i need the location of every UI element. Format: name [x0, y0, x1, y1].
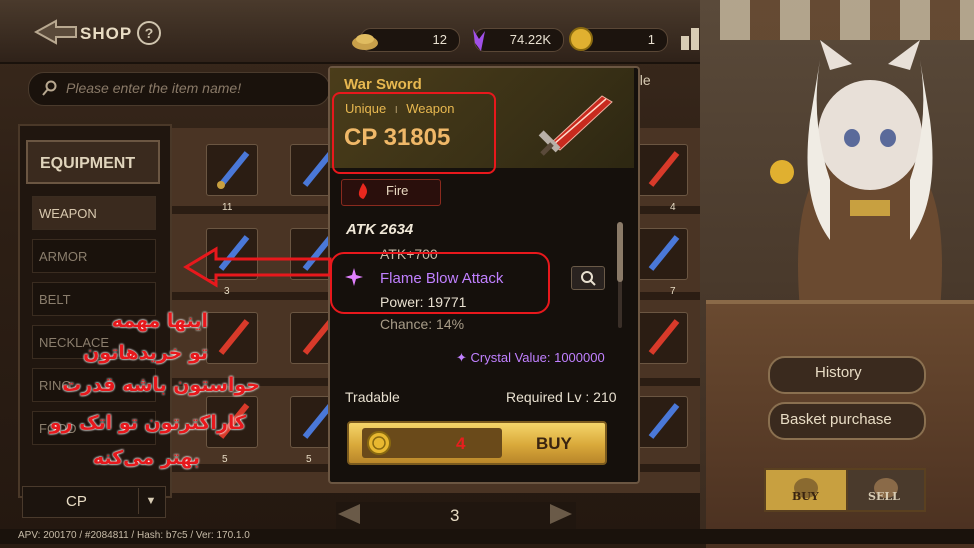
- annotation-text: اینها مهمه: [111, 310, 208, 332]
- crystal-count: 74.22K: [509, 32, 551, 47]
- annotation-text: حواستون باشه قدرت: [62, 374, 260, 396]
- chevron-down-icon[interactable]: ▼: [138, 488, 163, 514]
- prev-page-icon[interactable]: [336, 502, 362, 526]
- next-page-icon[interactable]: [548, 502, 574, 526]
- buy-tab-label: BUY: [792, 490, 819, 503]
- red-sword-icon: [648, 151, 680, 187]
- gold-coin-icon: [366, 430, 392, 456]
- item-slot[interactable]: [206, 312, 258, 364]
- category-weapon[interactable]: WEAPON: [32, 196, 156, 230]
- wood-resource: 12: [352, 28, 460, 52]
- red-sword-icon: [648, 319, 680, 355]
- element-label: Fire: [386, 183, 409, 198]
- page-number: 3: [450, 506, 460, 525]
- category-armor[interactable]: ARMOR: [32, 239, 156, 273]
- item-title: War Sword: [344, 76, 422, 93]
- item-count: 7: [670, 286, 676, 297]
- annotation-text: کاراکترتون تو اتک رو: [49, 412, 246, 434]
- skill-chance: Chance: 14%: [380, 316, 465, 332]
- item-slot[interactable]: [636, 144, 688, 196]
- history-label: History: [815, 364, 862, 381]
- item-slot[interactable]: [636, 396, 688, 448]
- popup-scroll-thumb[interactable]: [617, 222, 623, 282]
- red-sword-icon: [218, 319, 250, 355]
- sell-tab-label: SELL: [868, 490, 900, 503]
- fire-icon: [357, 183, 369, 199]
- crystal-value-text: Crystal Value: 1000000: [470, 350, 605, 365]
- item-count: 5: [222, 454, 228, 465]
- item-slot[interactable]: [636, 312, 688, 364]
- back-arrow-icon[interactable]: [33, 19, 78, 45]
- page-title: SHOP: [80, 24, 133, 43]
- buy-price: 4: [456, 434, 466, 453]
- merchant-cat-avatar: [760, 40, 974, 310]
- category-equipment[interactable]: EQUIPMENT: [26, 140, 160, 184]
- help-icon[interactable]: ?: [137, 21, 161, 45]
- item-count: 11: [222, 202, 233, 213]
- crystal-icon: ✦: [456, 350, 467, 365]
- item-count: 4: [670, 202, 676, 213]
- sort-value: CP: [66, 493, 87, 510]
- buy-label: BUY: [536, 434, 572, 453]
- required-level: Required Lv : 210: [506, 389, 617, 405]
- blue-sword-icon: [648, 403, 680, 439]
- atk-stat: ATK 2634: [346, 221, 414, 238]
- annotation-arrow-icon: [182, 245, 334, 289]
- basket-purchase-label: Basket purchase: [780, 411, 892, 428]
- stall-awning: [720, 0, 974, 40]
- gold-coin-icon: [569, 27, 593, 51]
- annotation-skill-highlight: [330, 252, 550, 314]
- item-slot[interactable]: [636, 228, 688, 280]
- crystal-value: ✦ Crystal Value: 1000000: [456, 350, 605, 366]
- search-icon: [42, 80, 58, 96]
- gold-count: 1: [647, 32, 655, 47]
- blue-sword-icon: [648, 235, 680, 271]
- crystal-resource: 74.22K: [473, 28, 564, 52]
- wood-count: 12: [432, 32, 447, 47]
- version-info: APV: 200170 / #2084811 / Hash: b7c5 / Ve…: [18, 530, 250, 541]
- tradable-label: Tradable: [345, 389, 400, 405]
- wood-pile-icon: [352, 34, 378, 50]
- gold-resource: 1: [569, 27, 668, 52]
- annotation-cp-highlight: [332, 92, 496, 174]
- item-slot[interactable]: [206, 144, 258, 196]
- annotation-text: تو خریدهاتون: [83, 342, 208, 364]
- item-count: 5: [306, 454, 312, 465]
- blue-sword-icon: [217, 151, 250, 189]
- war-sword-icon: [520, 86, 630, 166]
- annotation-text: بهتر می‌کنه: [92, 447, 200, 469]
- magnifier-icon[interactable]: [571, 266, 605, 290]
- search-placeholder: Please enter the item name!: [66, 80, 242, 96]
- crystal-icon: [473, 29, 485, 51]
